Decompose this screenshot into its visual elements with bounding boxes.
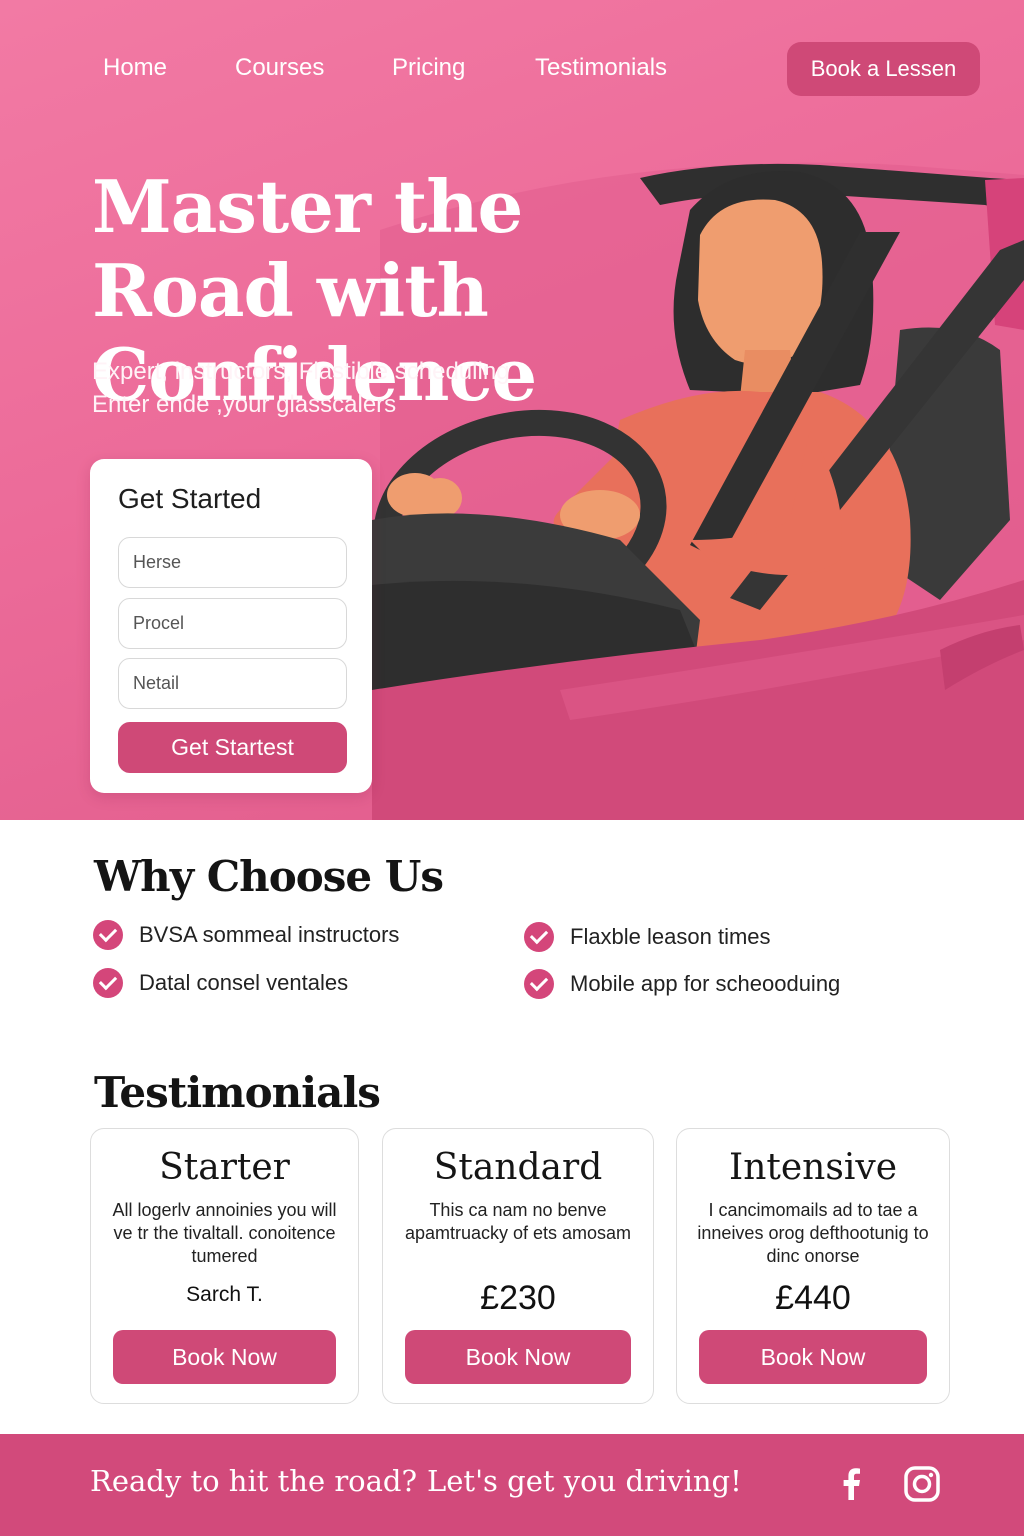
check-circle-icon: [93, 968, 123, 998]
feature-item: Flaxble leason times: [524, 921, 771, 953]
form-field-1[interactable]: [118, 537, 347, 588]
instagram-icon[interactable]: [902, 1464, 942, 1504]
card-price: £440: [775, 1279, 851, 1317]
footer-banner: Ready to hit the road? Let's get you dri…: [0, 1434, 1024, 1536]
card-description: I cancimomails ad to tae a inneives orog…: [697, 1200, 929, 1266]
feature-item: Datal consel ventales: [93, 967, 348, 999]
book-now-button[interactable]: Book Now: [699, 1330, 927, 1384]
form-title: Get Started: [118, 483, 262, 514]
book-now-button[interactable]: Book Now: [113, 1330, 336, 1384]
check-circle-icon: [93, 920, 123, 950]
why-choose-us-title: Why Choose Us: [94, 852, 444, 901]
facebook-icon[interactable]: [832, 1464, 872, 1504]
standard-card: Standard This ca nam no benve apamtruack…: [382, 1128, 654, 1404]
testimonials-title: Testimonials: [94, 1068, 381, 1117]
footer-text-right: Let's get you driving!: [427, 1464, 742, 1498]
card-title: Starter: [159, 1147, 290, 1188]
starter-card: Starter All logerlv annoinies you will v…: [90, 1128, 359, 1404]
card-author: Sarch T.: [186, 1283, 263, 1306]
form-field-2[interactable]: [118, 598, 347, 649]
hero-subtitle-line-2: Enter ende ,your glasscalers: [92, 391, 397, 418]
check-circle-icon: [524, 969, 554, 999]
feature-text: Datal consel ventales: [139, 970, 349, 995]
hero-subtitle-line-1: Expert, instructors, Flastible schedulin…: [92, 358, 510, 385]
top-nav: Home Courses Pricing Testimonials Book a…: [0, 40, 1024, 98]
feature-item: Mobile app for scheooduing: [524, 968, 840, 1000]
card-title: Standard: [433, 1147, 603, 1188]
check-circle-icon: [524, 922, 554, 952]
feature-text: Mobile app for scheooduing: [570, 971, 841, 996]
nav-pricing-link[interactable]: Pricing: [392, 54, 465, 82]
feature-text: BVSA sommeal instructors: [139, 922, 400, 947]
book-lesson-button[interactable]: Book a Lessen: [787, 42, 980, 96]
get-started-form: Get Started Get Startest: [90, 459, 372, 793]
card-description: This ca nam no benve apamtruacky of ets …: [404, 1200, 632, 1243]
hero-subtitle: Expert, instructors, Flastible schedulin…: [92, 355, 612, 421]
feature-text: Flaxble leason times: [570, 924, 771, 949]
nav-testimonials-link[interactable]: Testimonials: [535, 54, 667, 82]
nav-courses-link[interactable]: Courses: [235, 54, 324, 82]
card-description: All logerlv annoinies you will ve tr the…: [112, 1200, 337, 1266]
hero-section: Home Courses Pricing Testimonials Book a…: [0, 0, 1024, 820]
card-price: £230: [480, 1279, 556, 1317]
get-started-button[interactable]: Get Startest: [118, 722, 347, 773]
book-now-button[interactable]: Book Now: [405, 1330, 631, 1384]
feature-item: BVSA sommeal instructors: [93, 919, 399, 951]
card-title: Intensive: [729, 1147, 897, 1188]
intensive-card: Intensive I cancimomails ad to tae a inn…: [676, 1128, 950, 1404]
form-field-3[interactable]: [118, 658, 347, 709]
nav-home-link[interactable]: Home: [103, 54, 167, 82]
footer-text-left: Ready to hit the road?: [90, 1464, 418, 1498]
